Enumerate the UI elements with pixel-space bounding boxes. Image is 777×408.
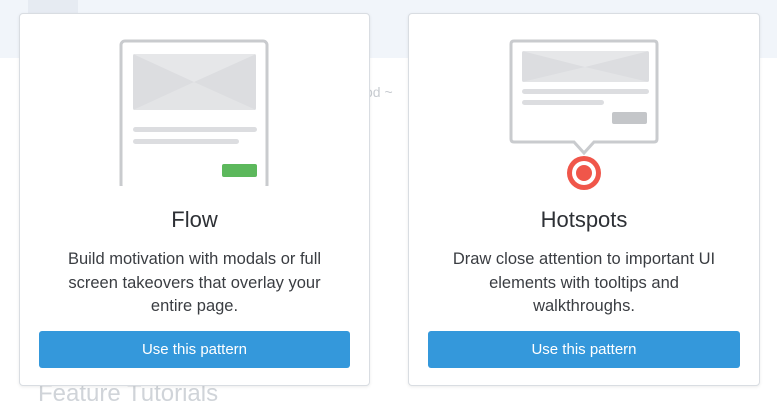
card-description: Draw close attention to important UI ele…	[452, 250, 716, 315]
pattern-card-flow: Flow Build motivation with modals or ful…	[19, 13, 370, 386]
tooltip-hotspot-illustration	[509, 39, 659, 190]
card-title: Flow	[171, 207, 218, 232]
modal-illustration	[119, 39, 268, 186]
use-pattern-button[interactable]: Use this pattern	[428, 331, 740, 368]
tooltip-text-line	[522, 100, 604, 105]
tooltip-text-line	[522, 89, 649, 94]
background-tab	[28, 0, 78, 14]
card-title: Hotspots	[540, 207, 628, 232]
pattern-card-hotspots: Hotspots Draw close attention to importa…	[408, 13, 760, 386]
use-pattern-button[interactable]: Use this pattern	[39, 331, 350, 368]
modal-text-line	[132, 127, 257, 132]
card-description: Build motivation with modals or full scr…	[67, 250, 322, 315]
modal-text-line	[132, 139, 239, 144]
tooltip-gray-button	[612, 112, 647, 124]
modal-green-button	[221, 164, 257, 177]
